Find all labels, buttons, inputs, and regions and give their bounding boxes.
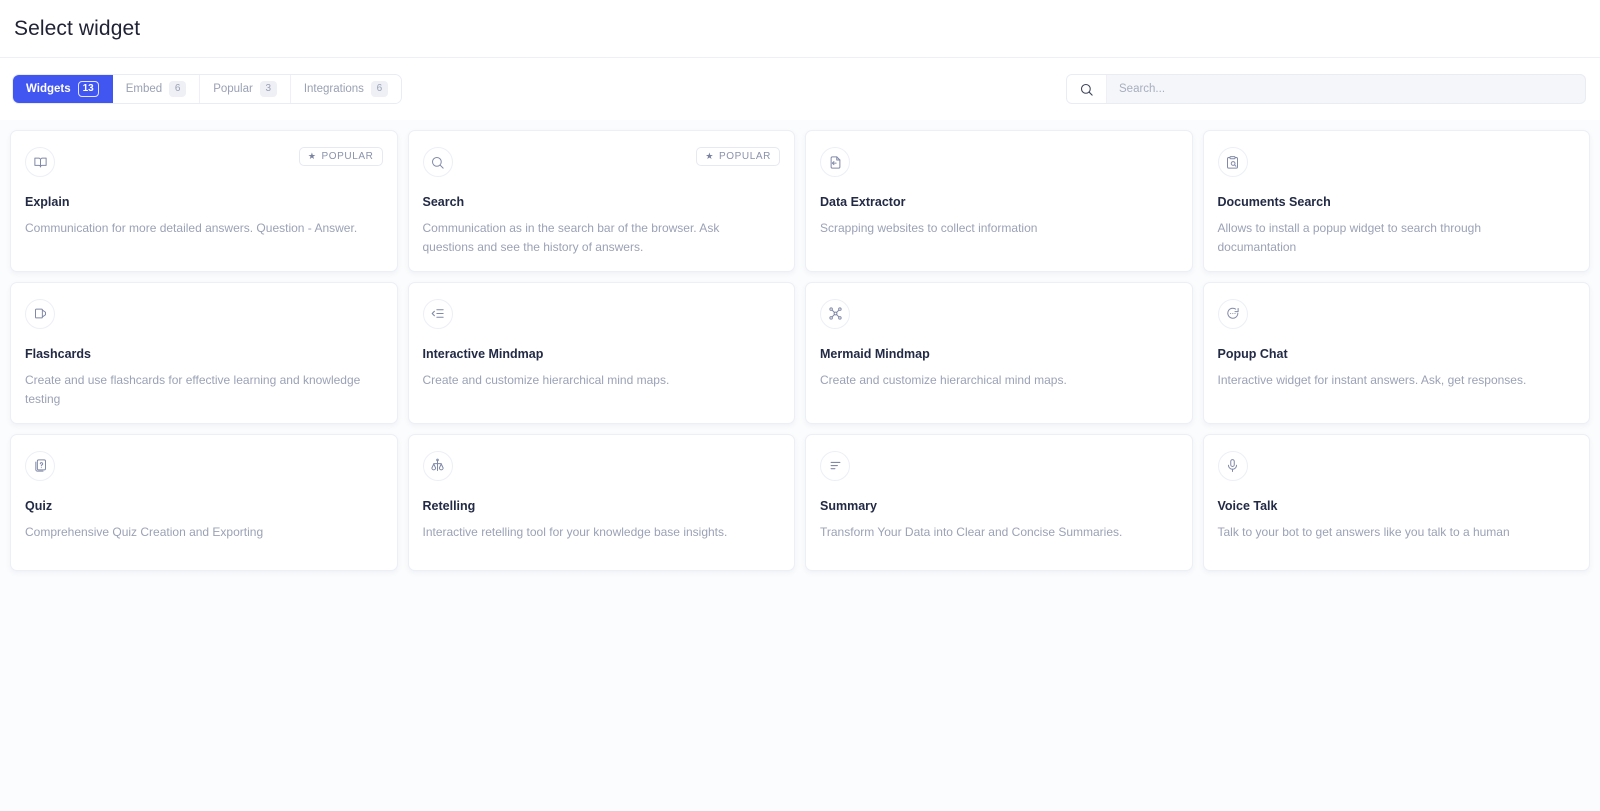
card-title: Popup Chat	[1217, 346, 1288, 361]
card-header	[1217, 450, 1576, 481]
card-title: Mermaid Mindmap	[820, 346, 930, 361]
widget-card[interactable]: ★ POPULAR Search Communication as in the se…	[407, 130, 795, 272]
chat-bubble-icon	[1217, 298, 1248, 329]
tab-count-badge: 13	[77, 81, 99, 97]
network-nodes-icon	[820, 298, 850, 329]
card-header	[25, 298, 383, 329]
card-description: Scrapping websites to collect informatio…	[820, 221, 1038, 235]
card-header	[820, 147, 1178, 177]
card-title: Summary	[820, 498, 877, 513]
card-description: Communication as in the search bar of th…	[422, 221, 720, 254]
card-title: Data Extractor	[820, 195, 906, 209]
card-description: Communication for more detailed answers.…	[25, 221, 358, 235]
card-description: Interactive retelling tool for your know…	[422, 524, 728, 539]
tab-bar: Widgets 13 Embed 6 Popular 3 Integrations 6	[12, 74, 402, 104]
file-extract-icon	[820, 147, 850, 177]
card-description: Create and use flashcards for effective …	[25, 372, 361, 406]
tab-count-badge: 3	[259, 81, 277, 97]
widget-card[interactable]: Documents Search Allows to install a popu…	[1202, 130, 1590, 272]
search-icon	[1067, 75, 1107, 103]
tab-label: Embed	[125, 83, 163, 95]
widget-card[interactable]: Flashcards Create and use flashcards for …	[10, 281, 398, 424]
flashcard-icon	[25, 298, 55, 329]
widget-card[interactable]: Popup Chat Interactive widget for instant…	[1202, 281, 1590, 424]
page-bottom-space	[0, 571, 1600, 611]
card-title: Quiz	[25, 498, 53, 513]
popular-badge-label: POPULAR	[321, 151, 374, 162]
widget-card[interactable]: Mermaid Mindmap Create and customize hier…	[805, 281, 1193, 424]
tab-count-badge: 6	[169, 81, 187, 97]
card-description: Interactive widget for instant answers. …	[1217, 372, 1527, 387]
popular-badge: ★ POPULAR	[298, 147, 383, 166]
card-title: Interactive Mindmap	[422, 346, 544, 361]
card-title: Flashcards	[25, 346, 92, 361]
widget-card[interactable]: Quiz Comprehensive Quiz Creation and Expo…	[10, 433, 398, 571]
open-book-icon	[25, 147, 55, 177]
widget-grid: ★ POPULAR Explain Communication for more de…	[0, 120, 1600, 571]
widget-card[interactable]: Summary Transform Your Data into Clear an…	[805, 433, 1193, 571]
tab-label: Integrations	[303, 83, 364, 95]
scales-icon	[422, 450, 453, 481]
tab-widgets[interactable]: Widgets 13	[13, 75, 113, 103]
card-title: Retelling	[422, 498, 476, 513]
card-description: Talk to your bot to get answers like you…	[1217, 524, 1510, 539]
tab-popular[interactable]: Popular 3	[200, 75, 291, 103]
card-header	[820, 298, 1178, 329]
widget-card[interactable]: Retelling Interactive retelling tool for …	[407, 433, 795, 571]
card-description: Comprehensive Quiz Creation and Exportin…	[25, 524, 264, 539]
card-header	[422, 298, 781, 329]
indent-list-icon	[422, 298, 453, 329]
tab-integrations[interactable]: Integrations 6	[290, 75, 401, 103]
card-header	[820, 450, 1178, 481]
card-title: Search	[422, 195, 465, 209]
card-header: ★ POPULAR	[25, 147, 383, 177]
page-title: Select widget	[14, 16, 141, 40]
text-lines-icon	[820, 450, 850, 481]
card-header	[422, 450, 781, 481]
card-header	[1217, 298, 1576, 329]
widget-card[interactable]: Voice Talk Talk to your bot to get answer…	[1202, 433, 1590, 571]
tab-embed[interactable]: Embed 6	[112, 75, 201, 103]
card-header	[1217, 147, 1576, 177]
card-description: Allows to install a popup widget to sear…	[1217, 221, 1482, 254]
tab-label: Widgets	[26, 83, 71, 95]
star-icon: ★	[705, 151, 714, 161]
microphone-icon	[1217, 450, 1248, 481]
star-icon: ★	[307, 151, 317, 161]
tab-count-badge: 6	[370, 81, 388, 97]
search-input[interactable]	[1107, 75, 1585, 103]
widget-card[interactable]: ★ POPULAR Explain Communication for more de…	[10, 130, 398, 272]
card-header	[25, 450, 383, 481]
card-description: Create and customize hierarchical mind m…	[422, 372, 670, 387]
card-description: Transform Your Data into Clear and Conci…	[820, 524, 1123, 539]
popular-badge-label: POPULAR	[719, 151, 771, 162]
search-box[interactable]	[1066, 74, 1586, 104]
document-search-icon	[1217, 147, 1248, 177]
quiz-question-icon	[25, 450, 55, 481]
card-header: ★ POPULAR	[422, 147, 780, 177]
widget-card[interactable]: Interactive Mindmap Create and customize …	[407, 281, 795, 424]
tab-label: Popular	[213, 83, 253, 95]
card-title: Explain	[25, 195, 70, 209]
magnifier-icon	[422, 147, 453, 177]
toolbar: Widgets 13 Embed 6 Popular 3 Integrations 6	[0, 58, 1600, 120]
widget-card[interactable]: Data Extractor Scrapping websites to coll…	[805, 130, 1193, 272]
card-description: Create and customize hierarchical mind m…	[820, 372, 1067, 387]
page-header: Select widget	[0, 0, 1600, 58]
popular-badge: ★ POPULAR	[696, 147, 780, 166]
card-title: Documents Search	[1217, 195, 1331, 209]
select-widget-page: Select widget Widgets 13 Embed 6 Popular 3 Int…	[0, 0, 1600, 811]
card-title: Voice Talk	[1217, 498, 1278, 513]
